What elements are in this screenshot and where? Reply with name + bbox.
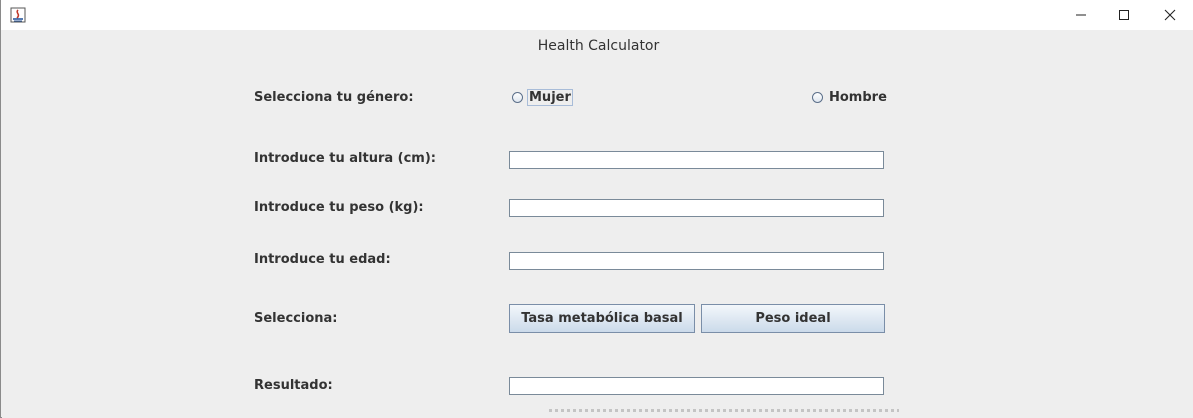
height-label: Introduce tu altura (cm):: [254, 151, 436, 166]
page-title: Health Calculator: [537, 38, 660, 54]
content-pane: Health Calculator: [2, 30, 1193, 418]
radio-hombre-label: Hombre: [829, 90, 887, 105]
result-label: Resultado:: [254, 378, 333, 393]
radio-circle-icon: [812, 92, 823, 103]
java-icon[interactable]: [10, 7, 26, 23]
close-icon: [1164, 9, 1176, 21]
bmr-button[interactable]: Tasa metabólica basal: [509, 304, 695, 333]
result-output[interactable]: [509, 377, 884, 395]
gender-label: Selecciona tu género:: [254, 90, 414, 105]
maximize-icon: [1119, 10, 1129, 20]
title-bar[interactable]: [1, 0, 1193, 30]
radio-hombre[interactable]: Hombre: [812, 89, 889, 106]
height-input[interactable]: [509, 151, 884, 169]
radio-circle-icon: [512, 92, 523, 103]
minimize-icon: [1076, 14, 1086, 16]
ideal-weight-button[interactable]: Peso ideal: [701, 304, 885, 333]
select-label: Selecciona:: [254, 311, 338, 326]
background-artifact: [549, 409, 899, 412]
age-label: Introduce tu edad:: [254, 252, 391, 267]
radio-mujer-label: Mujer: [527, 89, 573, 106]
radio-mujer[interactable]: Mujer: [512, 89, 573, 106]
maximize-button[interactable]: [1101, 0, 1147, 30]
app-window: Health Calculator Selecciona tu género: …: [0, 0, 1193, 418]
age-input[interactable]: [509, 252, 884, 270]
close-button[interactable]: [1147, 0, 1193, 30]
weight-input[interactable]: [509, 199, 884, 217]
minimize-button[interactable]: [1058, 0, 1104, 30]
weight-label: Introduce tu peso (kg):: [254, 200, 424, 215]
